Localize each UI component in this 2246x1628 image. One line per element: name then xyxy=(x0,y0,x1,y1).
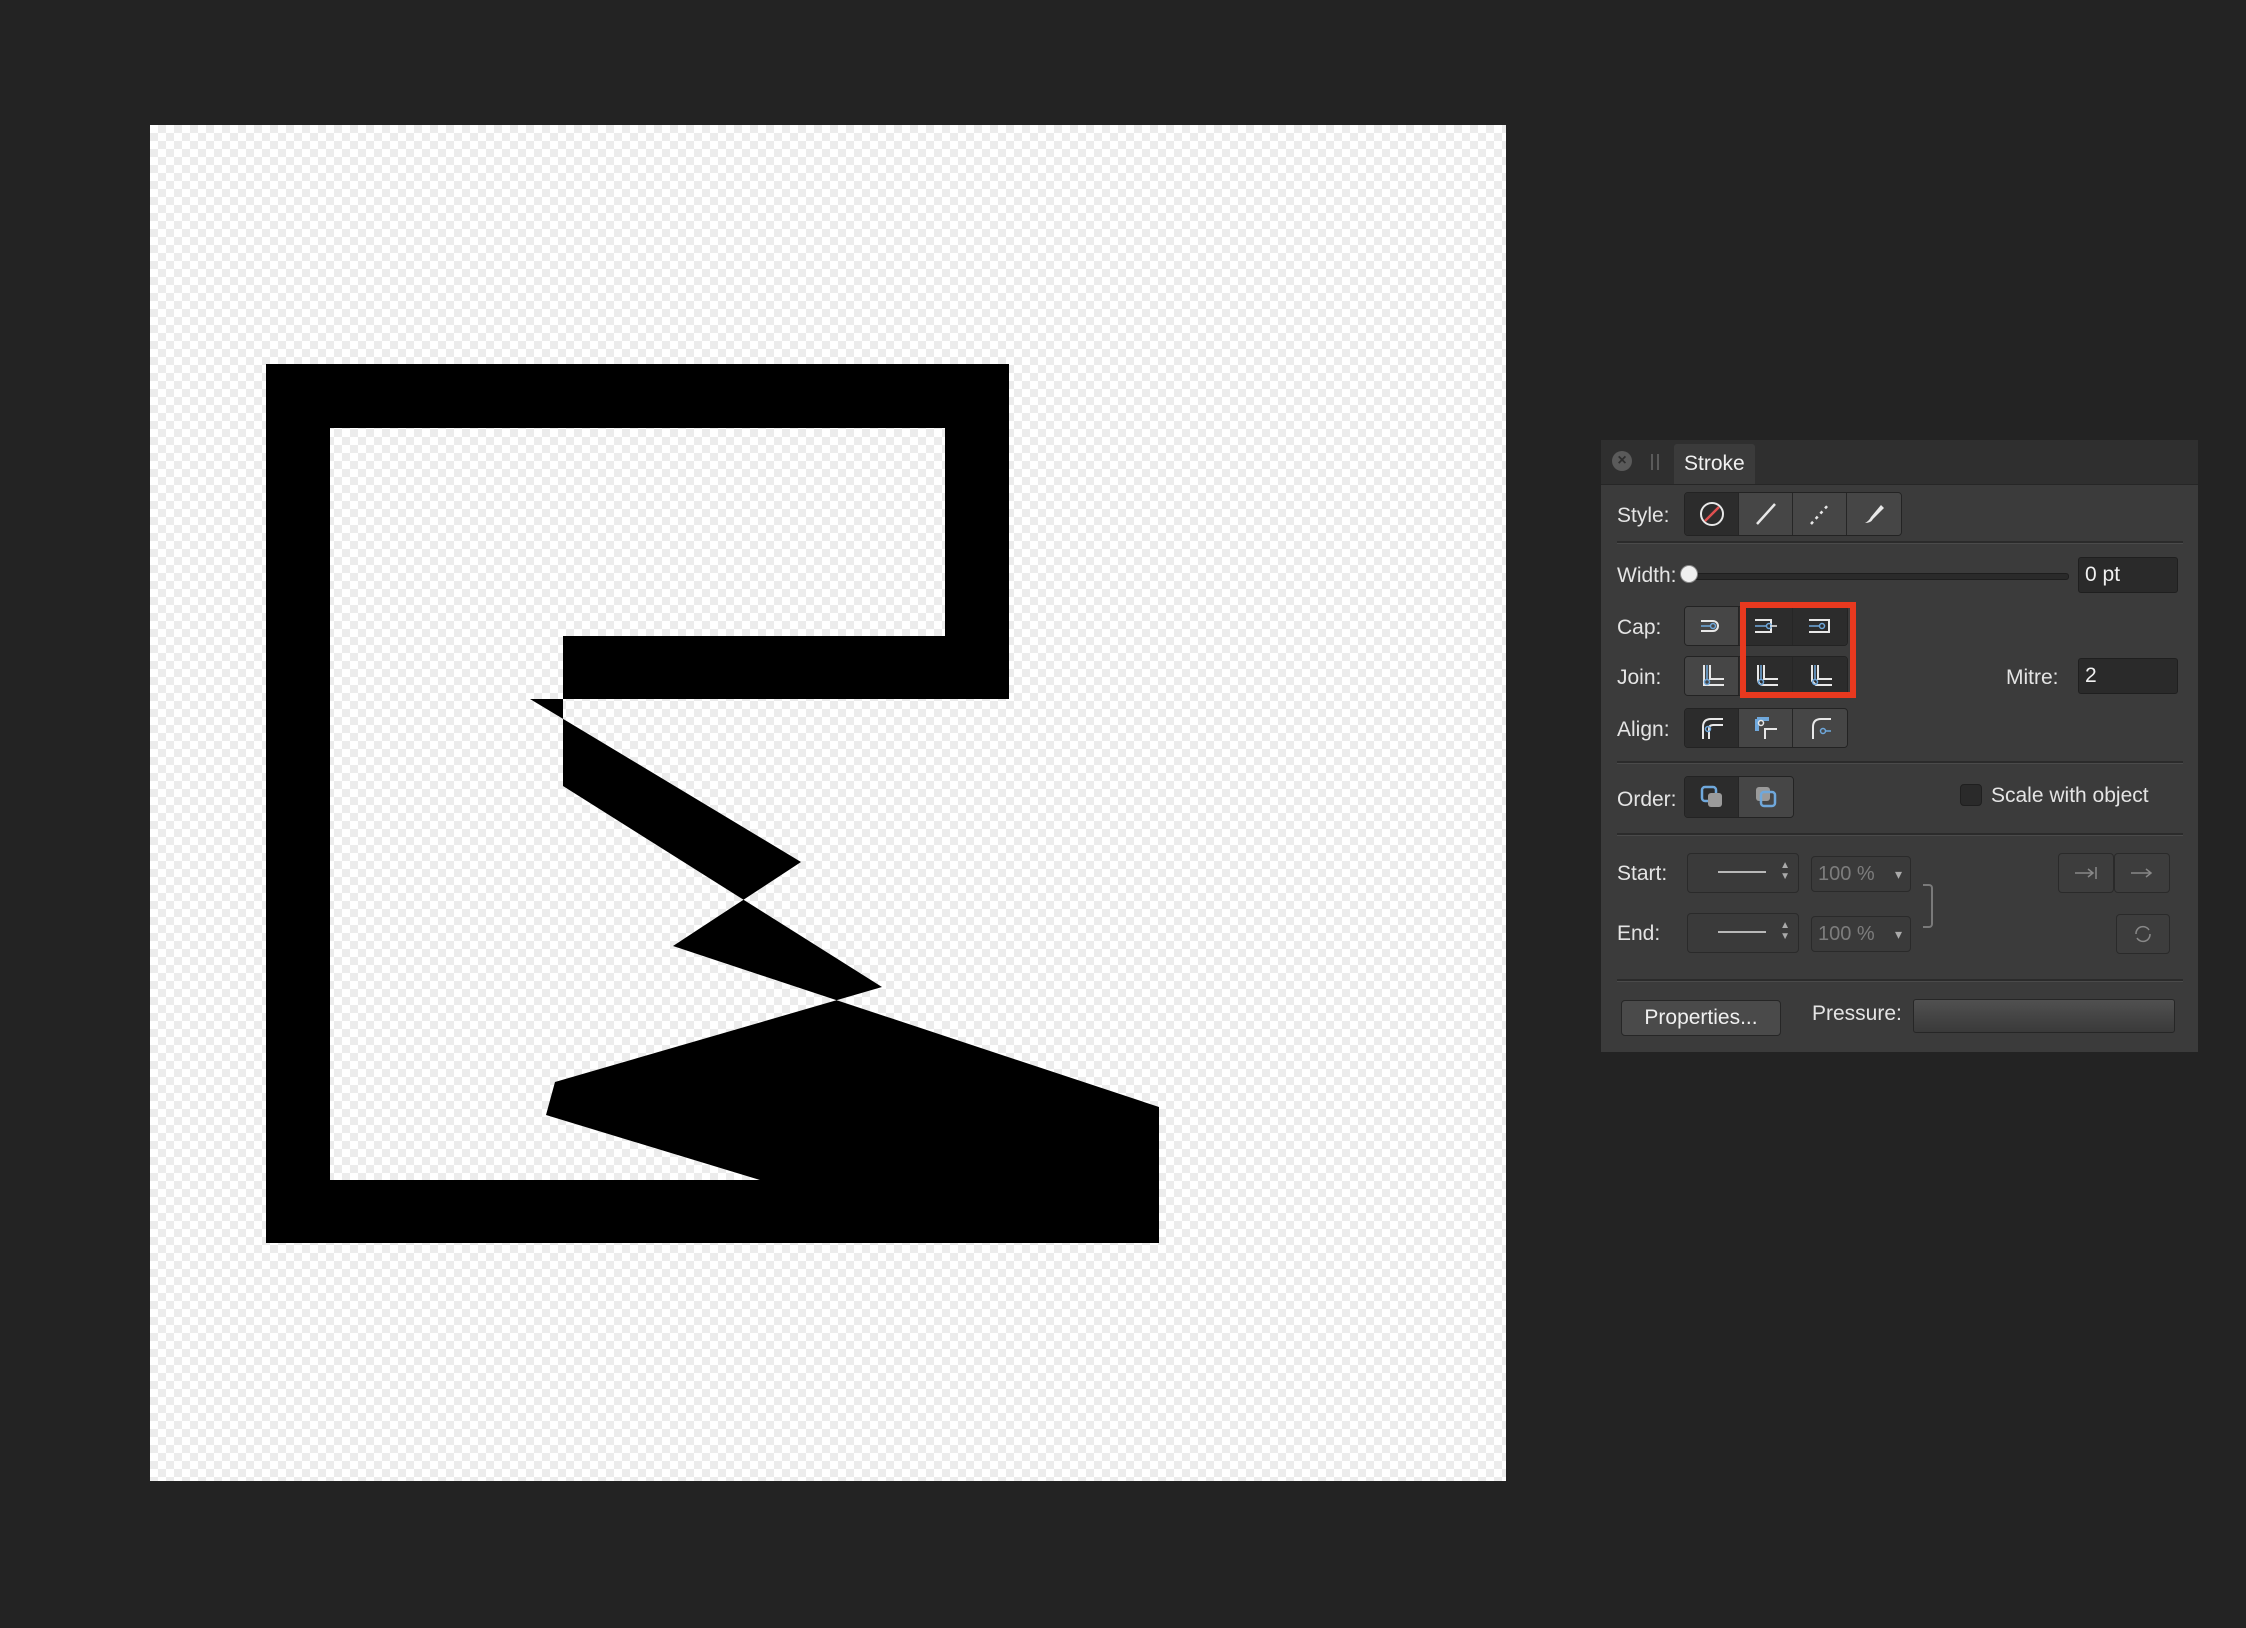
scale-with-object-label: Scale with object xyxy=(1991,784,2149,807)
solid-line-icon[interactable] xyxy=(1739,493,1793,535)
line-preview-icon xyxy=(1718,931,1766,933)
scale-with-object-checkbox[interactable] xyxy=(1960,784,1982,806)
tab-stroke[interactable]: Stroke xyxy=(1674,444,1755,484)
end-percent-value: 100 % xyxy=(1818,923,1875,945)
start-percent-value: 100 % xyxy=(1818,863,1875,885)
brush-icon[interactable] xyxy=(1847,493,1901,535)
arrow-tip-beyond-end-button[interactable] xyxy=(2114,853,2170,893)
end-scale-dropdown[interactable]: 100 % ▾ xyxy=(1811,916,1911,952)
square-cap-icon[interactable] xyxy=(1793,607,1847,645)
order-segmented-control xyxy=(1684,776,1794,818)
round-cap-icon[interactable] xyxy=(1739,607,1793,645)
line-preview-icon xyxy=(1718,871,1766,873)
stepper-icon: ▲ ▼ xyxy=(1780,860,1790,882)
align-inside-icon[interactable] xyxy=(1739,709,1793,747)
swap-icon xyxy=(2135,925,2151,943)
separator xyxy=(1617,761,2183,764)
mitre-field[interactable]: 2 xyxy=(2078,658,2178,694)
artwork xyxy=(266,364,1159,1243)
align-segmented-control xyxy=(1684,708,1848,748)
chevron-down-icon: ▾ xyxy=(1894,926,1902,942)
align-outside-icon[interactable] xyxy=(1793,709,1847,747)
style-label: Style: xyxy=(1617,504,1670,527)
link-icon[interactable] xyxy=(1923,884,1933,928)
separator xyxy=(1617,833,2183,836)
swap-arrowheads-button[interactable] xyxy=(2116,914,2170,954)
mitre-label: Mitre: xyxy=(2006,666,2059,689)
start-arrowhead-dropdown[interactable]: ▲ ▼ xyxy=(1687,853,1799,893)
butt-cap-icon[interactable] xyxy=(1685,607,1739,645)
stroke-behind-fill-icon[interactable] xyxy=(1685,777,1739,817)
end-label: End: xyxy=(1617,922,1661,945)
arrow-right-icon xyxy=(2131,868,2153,878)
align-label: Align: xyxy=(1617,718,1670,741)
stroke-panel: × Stroke Style: Width: 0 pt Cap: Join: M… xyxy=(1601,440,2198,1052)
arrow-to-end-icon xyxy=(2075,867,2097,879)
chevron-down-icon: ▾ xyxy=(1894,866,1902,882)
start-scale-dropdown[interactable]: 100 % ▾ xyxy=(1811,856,1911,892)
black-stroked-shape[interactable] xyxy=(266,364,1159,1243)
stroke-in-front-icon[interactable] xyxy=(1739,777,1793,817)
separator xyxy=(1617,541,2183,544)
order-label: Order: xyxy=(1617,788,1677,811)
drag-grip-icon[interactable] xyxy=(1651,454,1659,470)
start-label: Start: xyxy=(1617,862,1668,885)
dashed-line-icon[interactable] xyxy=(1793,493,1847,535)
stepper-icon: ▲ ▼ xyxy=(1780,920,1790,942)
bevel-join-icon[interactable] xyxy=(1793,657,1847,695)
join-label: Join: xyxy=(1617,666,1662,689)
pressure-graph-button[interactable] xyxy=(1913,999,2175,1033)
end-arrowhead-dropdown[interactable]: ▲ ▼ xyxy=(1687,913,1799,953)
width-label: Width: xyxy=(1617,564,1677,587)
round-join-icon[interactable] xyxy=(1739,657,1793,695)
width-slider-track[interactable] xyxy=(1689,573,2069,580)
properties-button[interactable]: Properties... xyxy=(1621,1000,1781,1036)
width-field[interactable]: 0 pt xyxy=(2078,557,2178,593)
pressure-label: Pressure: xyxy=(1812,1002,1902,1025)
cap-segmented-control xyxy=(1684,606,1848,646)
document-canvas[interactable] xyxy=(150,125,1506,1481)
style-segmented-control xyxy=(1684,492,1902,536)
width-slider-knob[interactable] xyxy=(1680,565,1698,583)
align-center-icon[interactable] xyxy=(1685,709,1739,747)
panel-tab-bar: × Stroke xyxy=(1601,440,2198,485)
join-segmented-control xyxy=(1684,656,1848,696)
close-icon[interactable]: × xyxy=(1612,451,1632,471)
separator xyxy=(1617,979,2183,982)
arrow-tip-at-end-button[interactable] xyxy=(2058,853,2114,893)
cap-label: Cap: xyxy=(1617,616,1662,639)
no-stroke-icon[interactable] xyxy=(1685,493,1739,535)
mitre-join-icon[interactable] xyxy=(1685,657,1739,695)
